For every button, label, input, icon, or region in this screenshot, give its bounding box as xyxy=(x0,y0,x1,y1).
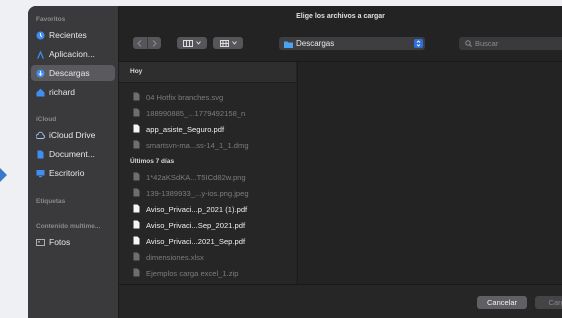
file-name: dimensiones.xlsx xyxy=(146,252,204,262)
load-button[interactable]: Cargar xyxy=(535,296,562,309)
sidebar-item[interactable]: Recientes xyxy=(31,27,115,43)
location-label: Descargas xyxy=(296,39,335,48)
file-icon xyxy=(133,220,146,231)
file-row[interactable]: app_asiste_Seguro.pdf xyxy=(119,121,296,137)
sidebar-item-label: iCloud Drive xyxy=(49,130,96,140)
preview-column xyxy=(297,62,562,284)
arrow-pointer-icon xyxy=(0,168,7,182)
file-name: Aviso_Privaci...Sep_2021.pdf xyxy=(146,220,246,230)
group-header: Últimos 7 días xyxy=(130,158,175,165)
page-background xyxy=(0,0,28,318)
toolbar: Descargas Buscar xyxy=(119,32,562,54)
file-icon xyxy=(133,92,146,103)
file-row[interactable]: 139-1389933_...y-ios.png.jpeg xyxy=(119,185,296,201)
search-icon xyxy=(465,40,472,47)
grid-icon xyxy=(219,39,229,47)
file-row[interactable]: Aviso_Privaci...p_2021 (1).pdf xyxy=(119,201,296,217)
file-list: Hoy 04 Hotfix branches.svg 188990885_...17… xyxy=(119,62,296,284)
back-button[interactable] xyxy=(133,37,147,49)
sidebar-item-label: Document... xyxy=(49,149,95,159)
search-field[interactable]: Buscar xyxy=(459,37,562,50)
chevron-right-icon xyxy=(152,39,157,47)
desktop-icon xyxy=(36,169,45,178)
file-icon xyxy=(133,108,146,119)
document-icon xyxy=(36,150,45,159)
cloud-icon xyxy=(36,131,45,140)
file-row[interactable]: dimensiones.xlsx xyxy=(119,249,296,265)
sidebar-section-header: iCloud xyxy=(36,116,57,123)
downloads-icon xyxy=(36,69,45,78)
view-mode-button[interactable] xyxy=(177,37,207,49)
columns-view-icon xyxy=(183,39,193,47)
file-row[interactable]: 04 Hotfix branches.svg xyxy=(119,89,296,105)
file-icon xyxy=(133,124,146,135)
file-row[interactable]: Ejemplos carga excel_1.zip xyxy=(119,265,296,281)
chevron-left-icon xyxy=(137,39,142,47)
sidebar-item[interactable]: Aplicacion... xyxy=(31,46,115,62)
dialog-title: Elige los archivos a cargar xyxy=(296,13,385,20)
file-icon xyxy=(133,204,146,215)
sidebar-section-header: Contenido multime... xyxy=(36,223,101,230)
file-icon xyxy=(133,140,146,151)
sidebar-item[interactable]: iCloud Drive xyxy=(31,127,115,143)
file-name: Aviso_Privaci...p_2021 (1).pdf xyxy=(146,204,248,214)
sidebar-section-header: Etiquetas xyxy=(36,198,66,205)
file-name: 04 Hotfix branches.svg xyxy=(146,92,224,102)
sidebar-item[interactable]: Escritorio xyxy=(31,165,115,181)
file-picker-dialog: Favoritos Recientes Aplicacion... Descargas… xyxy=(28,6,562,318)
file-icon xyxy=(133,236,146,247)
file-name: 188990885_...1779492158_n xyxy=(146,108,246,118)
home-icon xyxy=(36,88,45,97)
sidebar-item[interactable]: Fotos xyxy=(31,234,115,250)
file-name: app_asiste_Seguro.pdf xyxy=(146,124,225,134)
dialog-footer: Cancelar Cargar xyxy=(119,284,562,318)
sidebar-item-label: Recientes xyxy=(49,30,87,40)
chevron-down-icon xyxy=(231,41,237,45)
file-name: Ejemplos carga excel_1.zip xyxy=(146,268,239,278)
file-row[interactable]: 188990885_...1779492158_n xyxy=(119,105,296,121)
location-popup[interactable]: Descargas xyxy=(279,37,425,50)
file-icon xyxy=(133,252,146,263)
chevron-down-icon xyxy=(196,41,201,45)
forward-button[interactable] xyxy=(146,37,162,49)
file-icon xyxy=(133,188,146,199)
file-row[interactable]: smartsvn-ma...ss-14_1_1.dmg xyxy=(119,137,296,153)
photos-icon xyxy=(36,238,45,247)
main-pane: Elige los archivos a cargar Descargas Bu… xyxy=(119,6,562,318)
sidebar-section-header: Favoritos xyxy=(36,16,66,23)
sidebar-item[interactable]: Document... xyxy=(31,146,115,162)
file-name: 139-1389933_...y-ios.png.jpeg xyxy=(146,188,249,198)
file-row[interactable]: Aviso_Privaci...Sep_2021.pdf xyxy=(119,217,296,233)
sidebar-item-label: Fotos xyxy=(49,237,71,247)
sidebar-item[interactable]: Descargas xyxy=(31,65,115,81)
sidebar-item-label: Aplicacion... xyxy=(49,49,95,59)
search-placeholder: Buscar xyxy=(475,39,499,48)
sidebar-item[interactable]: richard xyxy=(31,84,115,100)
sidebar: Favoritos Recientes Aplicacion... Descargas… xyxy=(28,6,119,318)
sidebar-item-label: Escritorio xyxy=(49,168,85,178)
clock-icon xyxy=(36,31,45,40)
file-name: 1*42aKSdKA...T5ICd82w.png xyxy=(146,172,246,182)
cancel-button[interactable]: Cancelar xyxy=(477,296,527,309)
sidebar-item-label: richard xyxy=(49,87,75,97)
applications-icon xyxy=(36,50,45,59)
group-header: Hoy xyxy=(119,62,296,83)
updown-chevron-icon xyxy=(414,39,423,48)
file-icon xyxy=(133,172,146,183)
downloads-folder-icon xyxy=(284,41,293,48)
file-row[interactable]: Aviso_Privaci...2021_Sep.pdf xyxy=(119,233,296,249)
file-name: Aviso_Privaci...2021_Sep.pdf xyxy=(146,236,246,246)
group-by-button[interactable] xyxy=(213,37,243,49)
nav-buttons xyxy=(133,37,161,49)
file-name: smartsvn-ma...ss-14_1_1.dmg xyxy=(146,140,249,150)
file-row[interactable]: 1*42aKSdKA...T5ICd82w.png xyxy=(119,169,296,185)
file-icon xyxy=(133,268,146,279)
sidebar-item-label: Descargas xyxy=(49,68,90,78)
